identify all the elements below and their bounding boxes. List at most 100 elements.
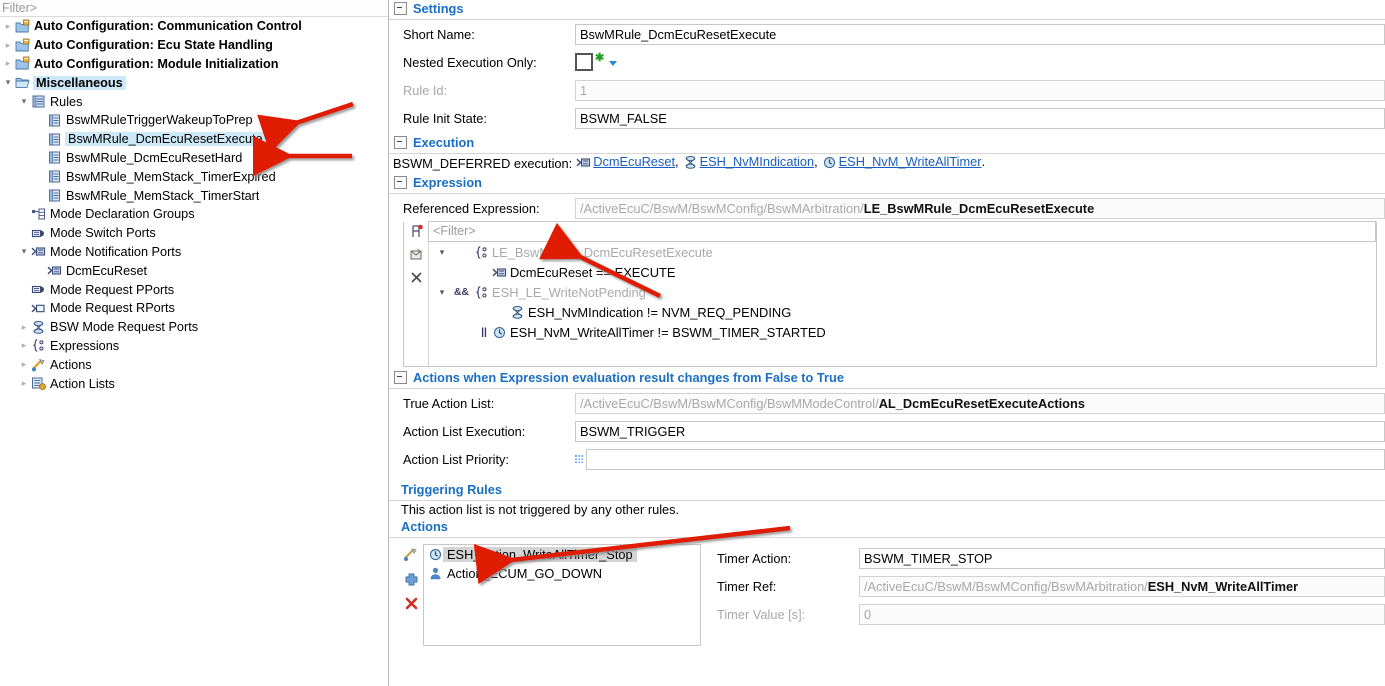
divider xyxy=(389,537,1385,538)
tree-item-dcmecureset[interactable]: DcmEcuReset xyxy=(0,261,388,280)
chevron-right-icon[interactable]: ▸ xyxy=(18,379,30,388)
tree-item-miscellaneous[interactable]: ▾ Miscellaneous xyxy=(0,73,388,92)
tree-item-rules[interactable]: ▾ Rules xyxy=(0,92,388,111)
false-to-true-section-header[interactable]: Actions when Expression evaluation resul… xyxy=(389,369,1385,385)
rule-icon xyxy=(46,169,63,185)
tree-item-label: Auto Configuration: Communication Contro… xyxy=(34,19,302,34)
tree-item-label: Mode Declaration Groups xyxy=(50,207,195,222)
chevron-down-icon[interactable]: ▾ xyxy=(18,247,30,256)
collapse-expression-icon[interactable] xyxy=(394,175,407,189)
timer-ref-row: Timer Ref: /ActiveEcuC/BswM/BswMConfig/B… xyxy=(717,572,1385,600)
tree-item-mode-switch-ports[interactable]: Mode Switch Ports xyxy=(0,224,388,243)
chevron-down-icon[interactable]: ▾ xyxy=(18,97,30,106)
remove-expression-icon[interactable] xyxy=(409,270,424,288)
expression-node[interactable]: || ESH_NvM_WriteAllTimer != BSWM_TIMER_ST… xyxy=(429,322,1376,342)
tree-item-mode-request-rports[interactable]: Mode Request RPorts xyxy=(0,299,388,318)
expression-section-header[interactable]: Expression xyxy=(389,174,1385,190)
action-list-box[interactable]: ESH_Action_WriteAllTimer_Stop Action_ECUM… xyxy=(423,544,701,646)
action-icon xyxy=(30,357,47,373)
chevron-down-icon[interactable]: ▾ xyxy=(2,78,14,87)
short-name-row: Short Name: BswMRule_DcmEcuResetExecute xyxy=(389,20,1385,48)
expression-filter-icon[interactable] xyxy=(409,224,424,242)
actions-heading: Actions xyxy=(401,519,448,534)
tree-item-label: Action Lists xyxy=(50,376,115,391)
rule-id-row: Rule Id: 1 xyxy=(389,76,1385,104)
referenced-expression-input[interactable]: /ActiveEcuC/BswM/BswMConfig/BswMArbitrat… xyxy=(575,197,1385,219)
expression-node-label: ESH_NvM_WriteAllTimer != BSWM_TIMER_STAR… xyxy=(510,324,826,340)
expression-filter-input[interactable]: <Filter> xyxy=(428,221,1376,242)
edit-expression-icon[interactable] xyxy=(409,247,424,265)
expression-node[interactable]: ESH_NvMIndication != NVM_REQ_PENDING xyxy=(429,302,1376,322)
bsw-mode-request-port-icon xyxy=(683,155,698,170)
ecum-action-icon xyxy=(427,566,443,581)
edit-action-icon[interactable] xyxy=(403,547,419,565)
execution-link-wrapper: DcmEcuReset, xyxy=(572,152,679,172)
tree-item-auto-configuration-ecu-state-handling[interactable]: ▸ Auto Configuration: Ecu State Handling xyxy=(0,36,388,55)
expression-filter-row: <Filter> xyxy=(404,221,1376,242)
chevron-right-icon[interactable]: ▸ xyxy=(18,360,30,369)
tree-item-auto-configuration-communication-control[interactable]: ▸ Auto Configuration: Communication Contr… xyxy=(0,17,388,36)
mode-notification-port-icon xyxy=(46,263,63,279)
collapse-execution-icon[interactable] xyxy=(394,135,407,149)
add-action-icon[interactable] xyxy=(404,572,419,590)
execution-link[interactable]: ESH_NvM_WriteAllTimer xyxy=(839,152,982,172)
tree-item-mode-notification-ports[interactable]: ▾ Mode Notification Ports xyxy=(0,243,388,262)
execution-summary: BSWM_DEFERRED execution: DcmEcuReset, ESH… xyxy=(389,154,1385,174)
expression-node[interactable]: ▾ && ESH_LE_WriteNotPending xyxy=(429,282,1376,302)
chevron-down-icon[interactable] xyxy=(609,60,618,66)
expression-node[interactable]: ▾ LE_BswMRule_DcmEcuResetExecute xyxy=(429,242,1376,262)
action-list-priority-input[interactable] xyxy=(586,448,1385,470)
tree-item-label: Miscellaneous xyxy=(33,75,126,90)
chevron-right-icon[interactable]: ▸ xyxy=(2,40,14,50)
chevron-right-icon[interactable]: ▸ xyxy=(18,322,30,332)
tree-item-mode-declaration-groups[interactable]: Mode Declaration Groups xyxy=(0,205,388,224)
collapse-false-to-true-icon[interactable] xyxy=(394,370,407,384)
expression-icon xyxy=(30,338,47,354)
nested-execution-control[interactable]: ✱ xyxy=(575,51,618,71)
true-action-list-input[interactable]: /ActiveEcuC/BswM/BswMConfig/BswMModeCont… xyxy=(575,392,1385,414)
chevron-right-icon[interactable]: ▸ xyxy=(18,341,30,350)
tree-item-bswmrule-memstack-timerstart[interactable]: BswMRule_MemStack_TimerStart xyxy=(0,186,388,205)
tree-item-bswmrule-dcmecuresethard[interactable]: BswMRule_DcmEcuResetHard xyxy=(0,149,388,168)
tree-item-bswmrule-memstack-timerexpired[interactable]: BswMRule_MemStack_TimerExpired xyxy=(0,167,388,186)
tree-item-label: Mode Request PPorts xyxy=(50,282,175,297)
chevron-right-icon[interactable]: ▸ xyxy=(2,21,14,31)
action-list-item[interactable]: ESH_Action_WriteAllTimer_Stop xyxy=(424,545,700,564)
rule-id-input: 1 xyxy=(575,79,1385,101)
execution-link[interactable]: ESH_NvMIndication xyxy=(700,152,815,172)
tree-item-actions[interactable]: ▸ Actions xyxy=(0,355,388,374)
short-name-input[interactable]: BswMRule_DcmEcuResetExecute xyxy=(575,23,1385,45)
tree-item-action-lists[interactable]: ▸ Action Lists xyxy=(0,374,388,393)
tree-item-auto-configuration-module-initialization[interactable]: ▸ Auto Configuration: Module Initializati… xyxy=(0,55,388,74)
chevron-down-icon[interactable]: ▾ xyxy=(435,247,449,258)
tree-filter-input[interactable]: Filter> xyxy=(0,0,388,17)
tree-item-bsw-mode-request-ports[interactable]: ▸ BSW Mode Request Ports xyxy=(0,318,388,337)
tree-item-bswmruletriggerwakeuptoprep[interactable]: BswMRuleTriggerWakeupToPrep xyxy=(0,111,388,130)
action-list-priority-row: Action List Priority: xyxy=(389,445,1385,473)
expression-node[interactable]: DcmEcuReset == EXECUTE xyxy=(429,262,1376,282)
collapse-settings-icon[interactable] xyxy=(394,1,407,15)
tree-item-mode-request-pports[interactable]: Mode Request PPorts xyxy=(0,280,388,299)
timer-action-input[interactable]: BSWM_TIMER_STOP xyxy=(859,547,1385,569)
chevron-down-icon[interactable]: ▾ xyxy=(435,287,449,298)
timer-ref-input[interactable]: /ActiveEcuC/BswM/BswMConfig/BswMArbitrat… xyxy=(859,575,1385,597)
settings-section-header[interactable]: Settings xyxy=(389,0,1385,16)
tree-item-bswmrule-dcmecuresetexecute[interactable]: BswMRule_DcmEcuResetExecute xyxy=(0,130,388,149)
action-list-execution-input[interactable]: BSWM_TRIGGER xyxy=(575,420,1385,442)
default-value-marker-icon: ✱ xyxy=(595,51,605,64)
chevron-right-icon[interactable]: ▸ xyxy=(2,59,14,68)
referenced-expression-label: Referenced Expression: xyxy=(403,200,540,216)
timer-action-label: Timer Action: xyxy=(717,550,792,566)
rule-icon xyxy=(46,188,63,204)
execution-section-header[interactable]: Execution xyxy=(389,134,1385,150)
action-list-item[interactable]: Action_ECUM_GO_DOWN xyxy=(424,564,700,583)
folder-config-icon xyxy=(14,56,31,72)
execution-link[interactable]: DcmEcuReset xyxy=(593,152,675,172)
nested-execution-checkbox[interactable] xyxy=(575,53,593,71)
expression-icon xyxy=(473,285,490,300)
tree-item-expressions[interactable]: ▸ Expressions xyxy=(0,337,388,356)
triggering-rules-heading: Triggering Rules xyxy=(401,482,502,497)
rule-init-state-input[interactable]: BSWM_FALSE xyxy=(575,107,1385,129)
delete-action-icon[interactable] xyxy=(404,597,419,615)
folder-config-icon xyxy=(14,18,31,34)
